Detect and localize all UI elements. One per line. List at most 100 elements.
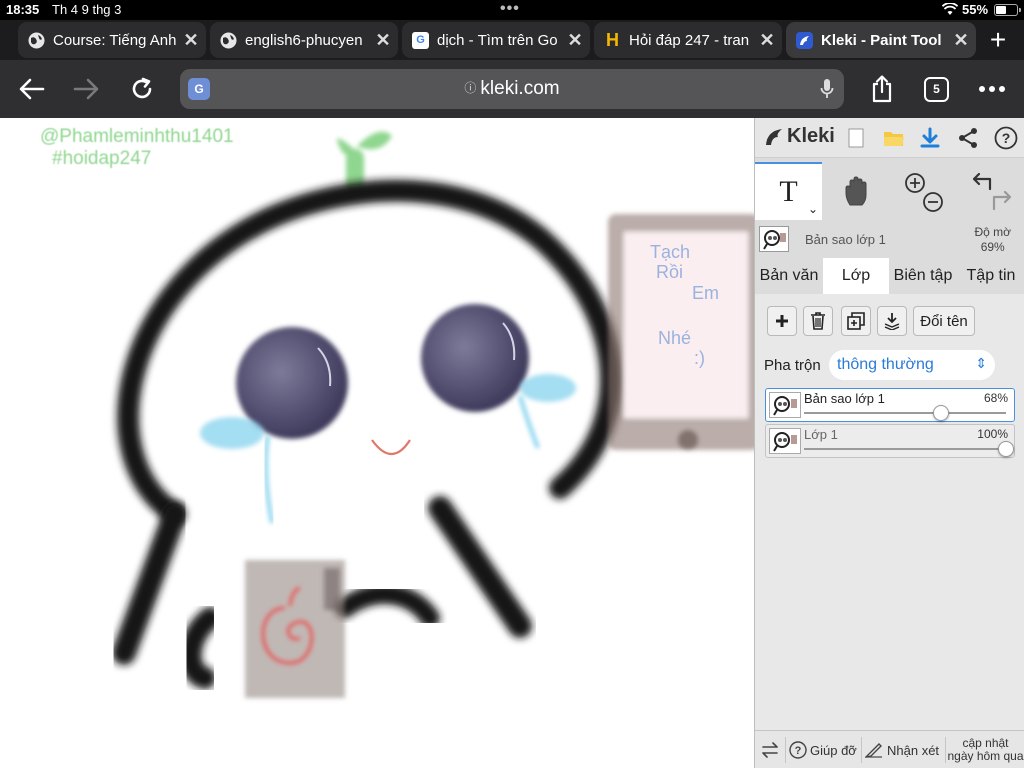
right-tear [520,374,576,402]
tab-kleki[interactable]: Kleki - Paint Tool ✕ [786,22,976,58]
multitask-dots-icon[interactable]: ••• [500,0,520,18]
tab-label: Hỏi đáp 247 - tran [629,31,750,49]
close-tab-icon[interactable]: ✕ [752,30,782,51]
tab-label: Course: Tiếng Anh [53,31,176,49]
new-tab-button[interactable]: + [984,20,1012,60]
share-button[interactable] [862,70,902,108]
blend-mode-label: Pha trộn [764,357,821,374]
panel-main-tabs: Bản văn Lớp Biên tập Tập tin [755,258,1024,294]
tab-text[interactable]: Bản văn [755,258,823,294]
mouth [371,439,411,456]
feedback-button[interactable]: Nhận xét [865,731,945,768]
share-icon[interactable] [955,125,981,151]
current-layer-name: Bản sao lớp 1 [805,232,886,247]
status-time: 18:35 [6,2,40,17]
text-tool-button[interactable]: T ⌄ [755,162,822,220]
battery-icon [994,4,1021,16]
layer-thumbnail [759,226,789,252]
globe-icon [220,32,237,49]
close-tab-icon[interactable]: ✕ [946,30,976,51]
slider-knob[interactable] [933,405,950,421]
tab-file[interactable]: Tập tin [957,258,1024,294]
help-circle-icon[interactable]: ? [993,125,1019,151]
layer-name: Lớp 1 [804,427,838,442]
swap-arrows-icon [762,742,778,758]
more-options-button[interactable] [972,70,1012,108]
address-bar[interactable]: G ⓘ kleki.com [180,69,844,109]
reload-button[interactable] [122,70,162,108]
layer-row[interactable]: Lớp 1 100% [765,424,1015,458]
drawing-artwork: Tạch Rồi Em Nhé :) [112,131,754,698]
tablet-text-line: Nhé [658,328,691,348]
back-button[interactable] [12,70,52,108]
tab-english6[interactable]: english6-phucyen ✕ [210,22,398,58]
browser-toolbar: G ⓘ kleki.com 5 [0,60,1024,118]
current-layer-info: Bản sao lớp 1 Độ mờ 69% [755,222,1024,256]
tab-label: Kleki - Paint Tool [821,31,942,49]
tab-course[interactable]: Course: Tiếng Anh ✕ [18,22,206,58]
blend-mode-select[interactable]: thông thường ⇕ [829,350,995,380]
zoom-buttons[interactable] [893,162,953,220]
help-button[interactable]: ? Giúp đỡ [789,731,859,768]
merge-down-icon [884,313,900,330]
duplicate-icon [847,312,865,330]
tabs-count-button[interactable]: 5 [924,77,949,102]
chevron-down-icon: ⌄ [807,202,818,216]
tab-google-search[interactable]: G dịch - Tìm trên Go ✕ [402,22,590,58]
delete-layer-button[interactable] [803,306,833,336]
left-leg [112,502,187,665]
layer-opacity: 68% [983,391,1008,405]
opacity-readout: Độ mờ 69% [974,225,1011,254]
left-foot [179,607,221,689]
status-bar: 18:35 Th 4 9 thg 3 ••• 55% [0,0,1024,20]
help-circle-icon: ? [789,741,807,759]
slider-knob[interactable] [998,441,1014,457]
merge-down-button[interactable] [877,306,907,336]
tab-hoidap247[interactable]: H Hỏi đáp 247 - tran ✕ [594,22,782,58]
zoom-icon [905,173,943,212]
undo-redo-buttons[interactable] [959,162,1023,220]
tab-label: dịch - Tìm trên Go [437,31,558,49]
globe-icon [28,32,45,49]
svg-text:?: ? [795,745,802,757]
hashtag: #hoidap247 [52,148,152,169]
ipad-screen: 18:35 Th 4 9 thg 3 ••• 55% Course: Tiếng… [0,0,1024,768]
drawing-canvas[interactable]: Tạch Rồi Em Nhé :) @Phamleminhthu1401 #h… [0,118,754,768]
kleki-logo-icon [766,128,782,145]
close-tab-icon[interactable]: ✕ [368,30,398,51]
open-folder-icon[interactable] [881,125,907,151]
layer-row[interactable]: Bản sao lớp 1 68% [765,388,1015,422]
kleki-icon [796,31,813,49]
layer-opacity-slider[interactable] [804,405,1006,421]
new-image-icon[interactable] [843,125,869,151]
close-tab-icon[interactable]: ✕ [560,30,590,51]
panel-top-bar: Kleki ? [755,118,1024,158]
microphone-icon[interactable] [820,78,834,105]
tablet-text-line: Tạch [650,242,690,262]
rename-layer-button[interactable]: Đổi tên [913,306,975,336]
layers-panel: Đổi tên Pha trộn thông thường ⇕ Bản sao … [755,294,1024,730]
changelog-button[interactable]: cập nhật ngày hôm qua [946,731,1024,768]
battery-percent: 55% [962,2,989,17]
download-icon[interactable] [917,125,943,151]
add-layer-button[interactable] [767,306,797,336]
close-tab-icon[interactable]: ✕ [176,30,206,51]
tablet-text-line: Rồi [656,262,683,282]
layer-thumbnail [769,392,801,418]
tab-layers[interactable]: Lớp [823,258,889,294]
undo-redo-icon [972,172,1012,211]
chevron-updown-icon: ⇕ [975,355,987,371]
layer-opacity: 100% [977,427,1008,441]
right-eye [421,304,529,412]
phone [245,560,345,698]
google-icon: G [412,31,429,49]
tab-edit[interactable]: Biên tập [889,258,957,294]
layer-opacity-slider[interactable] [804,441,1014,457]
hand-tool-button[interactable] [825,162,889,220]
head-outline [117,179,622,525]
forward-button[interactable] [66,70,106,108]
tool-row: T ⌄ [755,162,1024,220]
swap-side-button[interactable] [761,731,783,768]
duplicate-layer-button[interactable] [841,306,871,336]
update-line: ngày hôm qua [947,749,1024,763]
